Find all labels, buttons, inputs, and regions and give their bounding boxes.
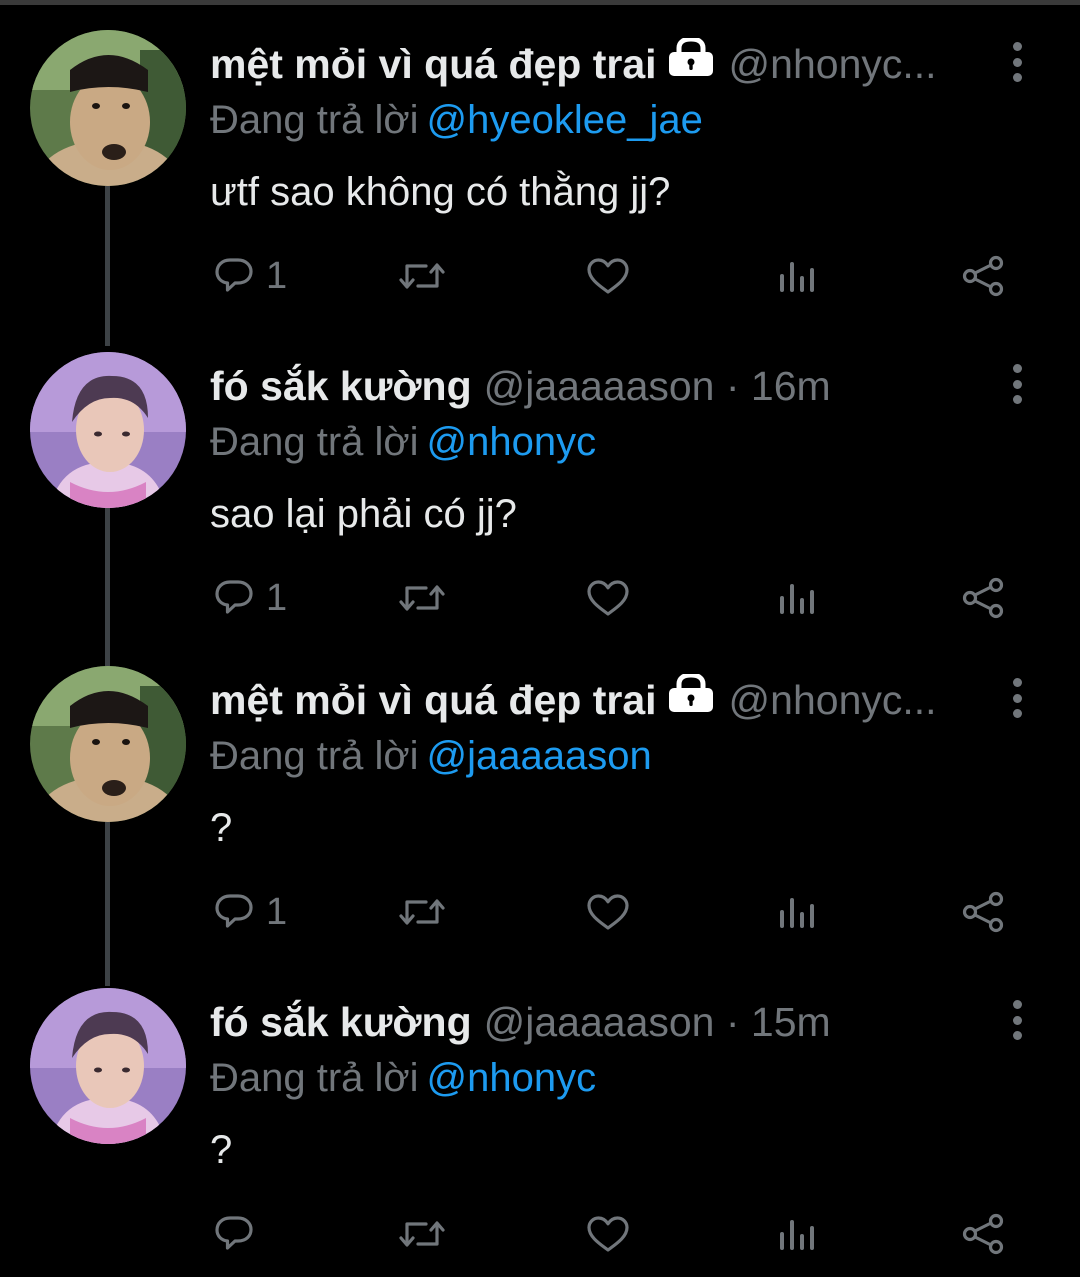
display-name[interactable]: fó sắk kường [210,358,472,414]
retweet-button[interactable] [398,1208,446,1260]
more-icon[interactable] [1000,40,1034,84]
share-icon [962,1213,1004,1255]
replying-label: Đang trả lời [210,420,419,464]
reply-icon [215,1216,253,1250]
tweet[interactable]: fó sắk kường @jaaaaason · 15m Đang trả l… [0,958,1080,1258]
more-icon[interactable] [1000,676,1034,720]
reply-button[interactable]: 1 [214,250,287,302]
replying-to: Đang trả lời @nhonyc [210,414,596,470]
replying-to: Đang trả lời @jaaaaason [210,728,652,784]
replying-label: Đang trả lời [210,734,419,778]
tweet-text: ? [210,1128,233,1172]
reply-button[interactable]: 1 [214,886,287,938]
analytics-button[interactable] [776,572,818,624]
avatar[interactable] [30,352,186,508]
user-handle[interactable]: @nhonyc... [729,672,937,728]
avatar[interactable] [30,666,186,822]
tweet[interactable]: mệt mỏi vì quá đẹp trai @nhonyc... Đang … [0,0,1080,300]
share-button[interactable] [962,572,1004,624]
display-name[interactable]: mệt mỏi vì quá đẹp trai [210,672,657,728]
share-icon [962,577,1004,619]
reply-count: 1 [266,891,288,933]
avatar[interactable] [30,988,186,1144]
share-button[interactable] [962,1208,1004,1260]
more-icon[interactable] [1000,998,1034,1042]
retweet-icon [399,585,445,611]
mention-link[interactable]: @jaaaaason [427,734,652,778]
retweet-button[interactable] [398,572,446,624]
like-icon [587,258,629,294]
reply-icon [215,894,253,928]
retweet-icon [399,899,445,925]
analytics-button[interactable] [776,886,818,938]
share-icon [962,891,1004,933]
avatar[interactable] [30,30,186,186]
retweet-icon [399,263,445,289]
retweet-button[interactable] [398,886,446,938]
tweet-text: ? [210,806,233,850]
retweet-icon [399,1221,445,1247]
action-bar [0,1208,1080,1260]
reply-icon [215,258,253,292]
analytics-icon [780,898,814,928]
analytics-icon [780,584,814,614]
analytics-button[interactable] [776,250,818,302]
like-icon [587,580,629,616]
more-icon[interactable] [1000,362,1034,406]
action-bar: 1 [0,250,1080,302]
reply-count: 1 [266,577,288,619]
lock-icon [667,36,715,92]
replying-to: Đang trả lời @nhonyc [210,1050,596,1106]
reply-count: 1 [266,255,288,297]
like-icon [587,894,629,930]
reply-icon [215,580,253,614]
analytics-icon [780,262,814,292]
like-icon [587,1216,629,1252]
replying-to: Đang trả lời @hyeoklee_jae [210,92,703,148]
like-button[interactable] [586,886,630,938]
user-handle[interactable]: @nhonyc... [729,36,937,92]
user-handle[interactable]: @jaaaaason · 16m [484,358,831,414]
replying-label: Đang trả lời [210,1056,419,1100]
share-button[interactable] [962,250,1004,302]
share-icon [962,255,1004,297]
like-button[interactable] [586,572,630,624]
action-bar: 1 [0,886,1080,938]
retweet-button[interactable] [398,250,446,302]
share-button[interactable] [962,886,1004,938]
reply-button[interactable] [214,1208,256,1260]
tweet[interactable]: fó sắk kường @jaaaaason · 16m Đang trả l… [0,322,1080,622]
tweet-header: fó sắk kường @jaaaaason · 16m [210,358,1000,414]
reply-button[interactable]: 1 [214,572,287,624]
tweet-text: sao lại phải có jj? [210,492,517,536]
tweet-text: ưtf sao không có thằng jj? [210,170,671,214]
tweet-header: mệt mỏi vì quá đẹp trai @nhonyc... [210,672,1000,728]
tweet[interactable]: mệt mỏi vì quá đẹp trai @nhonyc... Đang … [0,636,1080,936]
mention-link[interactable]: @nhonyc [427,1056,597,1100]
analytics-button[interactable] [776,1208,818,1260]
mention-link[interactable]: @hyeoklee_jae [427,98,703,142]
analytics-icon [780,1220,814,1250]
mention-link[interactable]: @nhonyc [427,420,597,464]
replying-label: Đang trả lời [210,98,419,142]
like-button[interactable] [586,1208,630,1260]
tweet-header: fó sắk kường @jaaaaason · 15m [210,994,1000,1050]
lock-icon [667,672,715,728]
display-name[interactable]: fó sắk kường [210,994,472,1050]
display-name[interactable]: mệt mỏi vì quá đẹp trai [210,36,657,92]
action-bar: 1 [0,572,1080,624]
tweet-header: mệt mỏi vì quá đẹp trai @nhonyc... [210,36,1000,92]
user-handle[interactable]: @jaaaaason · 15m [484,994,831,1050]
like-button[interactable] [586,250,630,302]
